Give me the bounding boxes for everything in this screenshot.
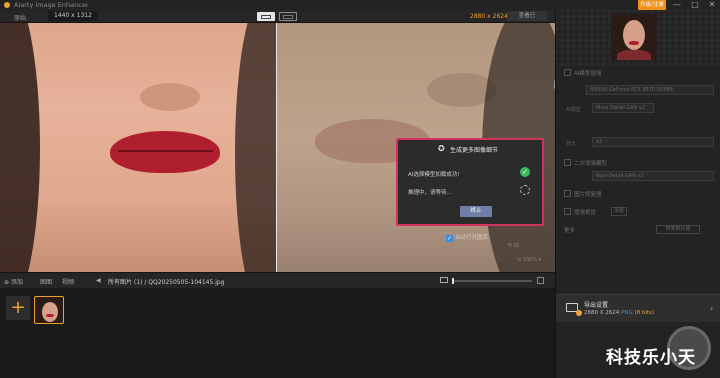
second-model-checkbox[interactable]	[564, 159, 571, 166]
visual-enhance-section-label: 增强视觉	[574, 210, 597, 216]
side-by-side-icon	[283, 15, 293, 19]
minimize-button[interactable]: —	[668, 0, 686, 10]
split-view-icon	[261, 15, 271, 19]
export-title: 导出设置	[584, 302, 609, 309]
export-meta: 2880 X 2624 PNG (8 bits)	[584, 310, 654, 316]
ai-model-section[interactable]: AI模型增强	[564, 69, 601, 77]
app-title: Aiarty Image Enhancer	[14, 1, 89, 9]
face-repair-checkbox[interactable]	[564, 190, 571, 197]
restore-defaults-button[interactable]: 恢复默认值	[656, 225, 700, 234]
chevron-right-icon: ›	[710, 304, 714, 313]
model-loaded-status: AI选择模型加载成功!	[408, 172, 460, 178]
model-label: AI模型	[566, 107, 581, 113]
scale-select[interactable]: x2	[592, 137, 714, 147]
filmstrip: +	[0, 288, 555, 378]
auto-open-label: 自动打开图库	[455, 235, 489, 241]
second-model-section-label: 二次增强模型	[574, 161, 608, 167]
stop-button[interactable]: 终止	[460, 206, 492, 217]
visual-enhance-checkbox[interactable]	[564, 208, 571, 215]
export-dims: 2880 X 2624	[584, 310, 620, 316]
thumbnail-face	[42, 302, 58, 322]
compare-divider[interactable]	[276, 23, 277, 272]
auto-open-gallery-option[interactable]: ✓ 自动打开图库	[446, 233, 488, 242]
add-image-button[interactable]: +	[6, 296, 30, 320]
export-format: PNG	[621, 310, 633, 316]
thumbnail-size-slider[interactable]	[452, 278, 532, 284]
preview-dress	[617, 50, 651, 60]
more-section-label: 更多	[564, 228, 576, 234]
processing-dialog: ✪ 生成更多图像细节 AI选择模型加载成功! ✓ 推理中，请等待... 终止	[396, 138, 544, 226]
nose-shadow	[140, 83, 200, 111]
ai-gear-icon: ✪	[438, 144, 445, 153]
original-label: 原始	[14, 15, 27, 22]
export-settings[interactable]: 导出设置 2880 X 2624 PNG (8 bits) ›	[556, 294, 720, 322]
ai-model-section-label: AI模型增强	[574, 71, 602, 77]
export-settings-dot-icon	[576, 310, 582, 316]
close-button[interactable]: ✕	[703, 0, 720, 10]
grid-view-icon[interactable]	[537, 277, 544, 284]
settings-panel: AI模型增强 NVIDIA GeForce RTX 3070 SUPER AI模…	[555, 10, 720, 378]
hair-right	[235, 23, 277, 272]
maximize-button[interactable]: □	[686, 0, 704, 10]
file-bar: ⊕ 添加 图图 视频 ◀ 所有图片 (1) / QQ20250505-10414…	[0, 272, 555, 288]
second-model-select[interactable]: Real-Detail GAN v2	[592, 171, 714, 181]
preview-lips	[629, 41, 639, 45]
preview-face	[623, 20, 645, 50]
more-section[interactable]: 更多	[564, 226, 575, 234]
inference-status: 推理中，请等待...	[408, 190, 452, 196]
thumbnail-size-icon	[440, 277, 448, 283]
preview-toolbar: 原始 1440 x 1312 2880 x 2624 查看已	[0, 10, 555, 23]
file-path: 所有图片 (1) / QQ20250505-104145.jpg	[108, 279, 225, 286]
ai-model-checkbox[interactable]	[564, 69, 571, 76]
auto-open-checkbox[interactable]: ✓	[446, 235, 453, 242]
original-pane	[0, 23, 277, 272]
slider-knob[interactable]	[452, 278, 454, 284]
original-size: 1440 x 1312	[48, 11, 98, 21]
zoom-controls: ⟲ ⊡ ⊖ 100% ▾	[503, 240, 551, 270]
visual-enhance-section[interactable]: 增强视觉	[564, 208, 596, 216]
face-repair-section-label: 图片修复器	[574, 192, 602, 198]
side-by-side-toggle[interactable]	[279, 12, 297, 21]
title-bar: Aiarty Image Enhancer 升级/注册 — □ ✕	[0, 0, 720, 10]
face-repair-section[interactable]: 图片修复器	[564, 190, 602, 198]
second-model-section[interactable]: 二次增强模型	[564, 159, 607, 167]
upgrade-button[interactable]: 升级/注册	[638, 0, 666, 10]
loading-spinner-icon	[520, 185, 530, 195]
gpu-select[interactable]: NVIDIA GeForce RTX 3070 SUPER	[586, 85, 714, 95]
dialog-title: 生成更多图像细节	[450, 147, 499, 154]
model-select[interactable]: More Detail GAN v2	[592, 103, 654, 113]
image-thumbnail[interactable]	[34, 296, 64, 324]
split-view-toggle[interactable]	[257, 12, 275, 21]
add-file-button[interactable]: ⊕ 添加	[4, 277, 23, 286]
back-arrow-icon[interactable]: ◀	[96, 277, 101, 284]
thumbnail-lips	[46, 314, 54, 317]
watermark-text: 科技乐小天	[606, 348, 696, 368]
app-logo-icon	[4, 2, 10, 8]
output-size: 2880 x 2624	[470, 13, 508, 20]
preview-thumbnail	[611, 14, 657, 60]
success-check-icon: ✓	[520, 167, 530, 177]
preview-thumbnail-box	[556, 10, 720, 66]
export-depth: (8 bits)	[634, 310, 655, 316]
hair-left	[0, 23, 40, 272]
lips-line	[118, 150, 213, 152]
scale-label: 放大	[566, 141, 577, 147]
tab-video[interactable]: 视频	[62, 277, 74, 286]
preview-button[interactable]: 查看已	[507, 11, 547, 21]
visual-settings-button[interactable]: 设置	[611, 207, 627, 216]
dialog-header: ✪ 生成更多图像细节	[398, 140, 542, 157]
tab-images[interactable]: 图图	[40, 277, 52, 286]
rotate-fit-icons[interactable]: ⟲ ⊡	[507, 242, 519, 249]
lips	[110, 131, 220, 173]
zoom-level-select[interactable]: ⊖ 100% ▾	[517, 257, 541, 263]
